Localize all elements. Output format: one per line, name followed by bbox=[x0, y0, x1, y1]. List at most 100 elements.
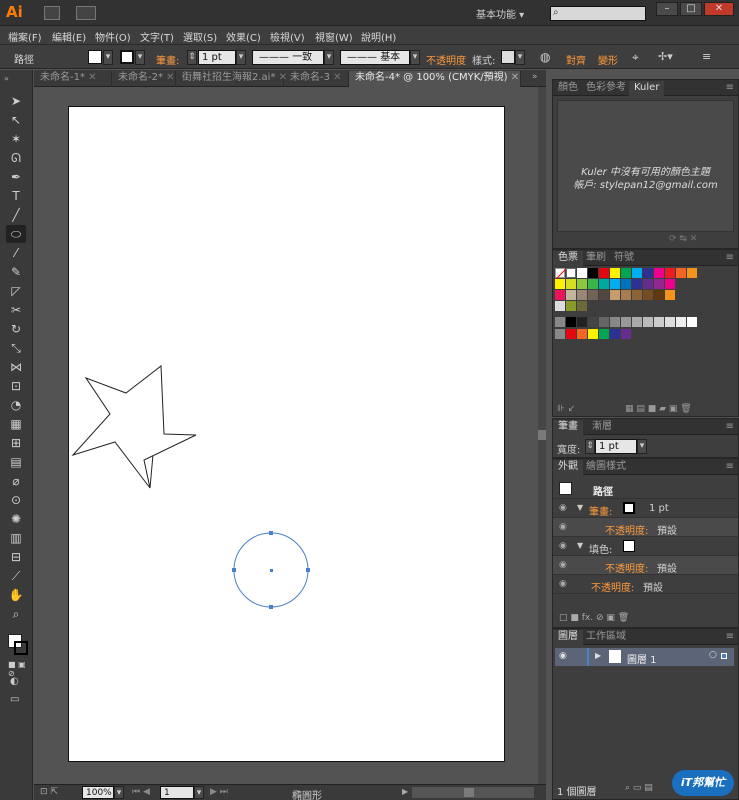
layer-name[interactable]: 圖層 1 bbox=[627, 651, 657, 666]
appearance-fill-row[interactable]: ◉ ▼ 填色: bbox=[553, 537, 738, 556]
color-swatch[interactable] bbox=[577, 317, 587, 327]
stroke-weight-field[interactable]: 1 pt bbox=[595, 439, 637, 454]
color-swatch[interactable] bbox=[610, 317, 620, 327]
tab-artboards[interactable]: 工作區域 bbox=[581, 630, 631, 645]
color-swatch[interactable] bbox=[610, 290, 620, 300]
appearance-title-row[interactable]: 路徑 bbox=[553, 479, 738, 499]
color-swatch[interactable] bbox=[566, 317, 576, 327]
swatch-pattern[interactable] bbox=[577, 301, 587, 311]
stroke-value[interactable]: 1 pt bbox=[649, 503, 669, 514]
color-swatch[interactable] bbox=[610, 268, 620, 278]
panel-menu-icon[interactable]: ≡ bbox=[726, 631, 734, 642]
color-swatch[interactable] bbox=[654, 317, 664, 327]
color-swatch[interactable] bbox=[665, 279, 675, 289]
next-artboard-icon[interactable]: ▶ ⏭ bbox=[210, 787, 228, 797]
color-swatch[interactable] bbox=[599, 317, 609, 327]
tab-brushes[interactable]: 筆刷 bbox=[581, 251, 611, 266]
color-swatch[interactable] bbox=[654, 268, 664, 278]
eye-icon[interactable]: ◉ bbox=[559, 560, 567, 570]
stroke-swatch[interactable] bbox=[623, 502, 635, 514]
panel-menu-icon[interactable]: ≡ bbox=[726, 461, 734, 472]
color-swatch[interactable] bbox=[599, 329, 609, 339]
eye-icon[interactable]: ◉ bbox=[559, 522, 567, 532]
color-swatch[interactable] bbox=[599, 290, 609, 300]
color-swatch[interactable] bbox=[632, 279, 642, 289]
kuler-footer-icons[interactable]: ⟳ ↹ ✕ bbox=[669, 234, 697, 244]
color-swatch[interactable] bbox=[643, 279, 653, 289]
color-swatch[interactable] bbox=[665, 268, 675, 278]
tab-appearance[interactable]: 外觀 bbox=[553, 460, 583, 475]
color-swatch[interactable] bbox=[632, 317, 642, 327]
tab-color-guide[interactable]: 色彩參考 bbox=[581, 81, 631, 96]
target-icon[interactable]: ○ bbox=[709, 650, 717, 660]
tab-gradient[interactable]: 漸層 bbox=[587, 420, 617, 435]
eye-icon[interactable]: ◉ bbox=[559, 579, 567, 589]
color-swatch[interactable] bbox=[588, 329, 598, 339]
swatch-pattern[interactable] bbox=[566, 301, 576, 311]
disclosure-triangle-icon[interactable]: ▼ bbox=[577, 503, 583, 512]
panel-menu-icon[interactable]: ≡ bbox=[726, 421, 734, 432]
color-swatch[interactable] bbox=[588, 279, 598, 289]
color-swatch[interactable] bbox=[665, 290, 675, 300]
stroke-weight-stepper[interactable]: ⇕ bbox=[585, 439, 595, 454]
artboard-dropdown[interactable]: ▾ bbox=[194, 786, 204, 799]
anchor-point[interactable] bbox=[306, 568, 310, 572]
appearance-footer-icons[interactable]: □ ■ fx. ⊘ ▣ 🗑 bbox=[559, 613, 629, 623]
color-swatch[interactable] bbox=[687, 317, 697, 327]
color-swatch[interactable] bbox=[599, 279, 609, 289]
color-swatch[interactable] bbox=[621, 317, 631, 327]
eye-icon[interactable]: ◉ bbox=[559, 503, 567, 513]
color-swatch[interactable] bbox=[610, 279, 620, 289]
zoom-dropdown[interactable]: ▾ bbox=[114, 786, 124, 799]
color-swatch[interactable] bbox=[566, 290, 576, 300]
color-swatch[interactable] bbox=[555, 279, 565, 289]
color-swatch[interactable] bbox=[621, 290, 631, 300]
color-swatch[interactable] bbox=[577, 279, 587, 289]
tab-symbols[interactable]: 符號 bbox=[609, 251, 639, 266]
tab-color[interactable]: 顏色 bbox=[553, 81, 583, 96]
swatch-library-icon[interactable]: ⊪ ↙ bbox=[557, 404, 575, 414]
color-swatch[interactable] bbox=[676, 317, 686, 327]
color-swatch[interactable] bbox=[621, 279, 631, 289]
artboard-number-field[interactable]: 1 bbox=[160, 786, 194, 799]
anchor-point[interactable] bbox=[232, 568, 236, 572]
horizontal-scroll-thumb[interactable] bbox=[464, 788, 474, 797]
none-swatch[interactable] bbox=[555, 268, 567, 280]
appearance-fill-opacity-row[interactable]: ◉ 不透明度: 預設 bbox=[553, 556, 738, 575]
anchor-point[interactable] bbox=[269, 605, 273, 609]
tab-graphic-styles[interactable]: 繪圖樣式 bbox=[581, 460, 631, 475]
color-swatch[interactable] bbox=[643, 290, 653, 300]
color-swatch[interactable] bbox=[577, 329, 587, 339]
status-menu-icon[interactable]: ▶ bbox=[402, 787, 408, 796]
anchor-point[interactable] bbox=[269, 531, 273, 535]
swatch-footer-icons[interactable]: ▦ ▤ ■ ▰ ▣ 🗑 bbox=[625, 404, 692, 414]
tab-swatches[interactable]: 色票 bbox=[553, 251, 583, 266]
color-swatch[interactable] bbox=[654, 279, 664, 289]
color-swatch[interactable] bbox=[588, 317, 598, 327]
color-swatch[interactable] bbox=[610, 329, 620, 339]
stroke-opacity-label[interactable]: 不透明度: bbox=[605, 522, 648, 537]
selection-indicator[interactable] bbox=[721, 653, 727, 659]
color-swatch[interactable] bbox=[643, 317, 653, 327]
color-swatch[interactable] bbox=[643, 268, 653, 278]
color-swatch[interactable] bbox=[566, 279, 576, 289]
color-swatch[interactable] bbox=[687, 268, 697, 278]
color-swatch[interactable] bbox=[588, 268, 598, 278]
color-swatch[interactable] bbox=[676, 268, 686, 278]
artboard-nav-icon[interactable]: ⊡ ⇱ bbox=[40, 787, 58, 797]
swatch-group-icon[interactable] bbox=[555, 301, 565, 311]
color-swatch[interactable] bbox=[577, 268, 587, 278]
object-opacity-label[interactable]: 不透明度: bbox=[591, 579, 634, 594]
zoom-field[interactable]: 100% bbox=[82, 786, 114, 799]
registration-swatch[interactable] bbox=[566, 268, 576, 278]
tab-layers[interactable]: 圖層 bbox=[553, 630, 583, 645]
appearance-object-opacity-row[interactable]: ◉ 不透明度: 預設 bbox=[553, 575, 738, 594]
color-swatch[interactable] bbox=[621, 329, 631, 339]
color-swatch[interactable] bbox=[621, 268, 631, 278]
color-swatch[interactable] bbox=[555, 290, 565, 300]
eye-icon[interactable]: ◉ bbox=[559, 651, 567, 661]
color-swatch[interactable] bbox=[566, 329, 576, 339]
eye-icon[interactable]: ◉ bbox=[559, 541, 567, 551]
panel-menu-icon[interactable]: ≡ bbox=[726, 252, 734, 263]
tab-kuler[interactable]: Kuler bbox=[629, 81, 665, 96]
